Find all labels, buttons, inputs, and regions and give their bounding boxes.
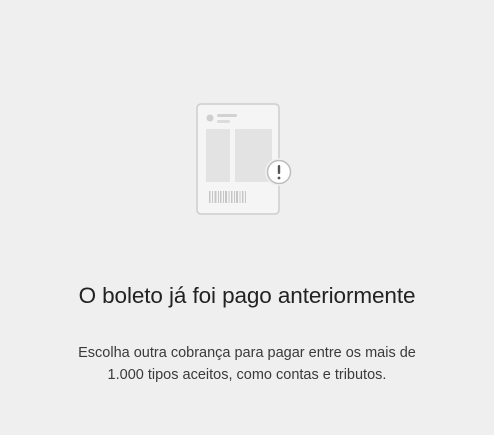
description-line: 1.000 tipos aceitos, como contas e tribu… — [107, 367, 387, 383]
warning-badge-icon — [265, 158, 293, 186]
description-line: Escolha outra cobrança para pagar entre … — [78, 345, 416, 361]
boleto-warning-icon — [196, 103, 293, 215]
page-title: O boleto já foi pago anteriormente — [78, 283, 416, 308]
payment-status-screen: O boleto já foi pago anteriormente Escol… — [0, 0, 494, 435]
description-text: Escolha outra cobrança para pagar entre … — [0, 342, 494, 386]
